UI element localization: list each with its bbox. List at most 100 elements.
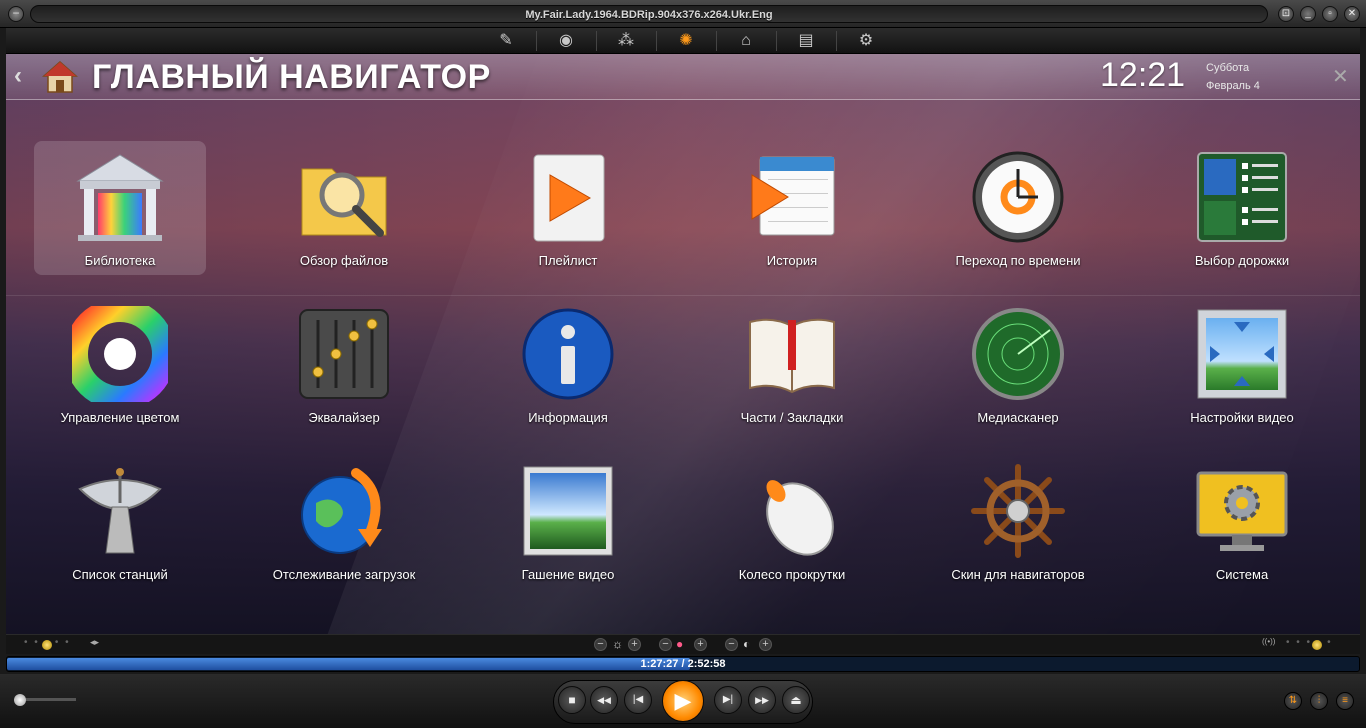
- toolbar-divider: [536, 31, 537, 51]
- minimize-button[interactable]: _: [1300, 6, 1316, 22]
- contrast-minus-button[interactable]: −: [725, 638, 738, 651]
- nav-item-track-select[interactable]: Выбор дорожки: [1156, 141, 1328, 275]
- settings-icon[interactable]: ⚙: [838, 30, 894, 52]
- nav-item-label: Настройки видео: [1190, 410, 1294, 425]
- nav-item-file-browser[interactable]: Обзор файлов: [258, 141, 430, 275]
- adjustment-strip: • • • • • ◂▸ − ☼ + − ● + − ◐ + ((•)) • •…: [6, 634, 1360, 654]
- satellite-dish-icon: [78, 468, 162, 554]
- next-button[interactable]: ▶|: [714, 686, 742, 714]
- nav-item-color-control[interactable]: Управление цветом: [34, 298, 206, 432]
- fast-forward-button[interactable]: ▶▶: [748, 686, 776, 714]
- maximize-button[interactable]: ▫: [1322, 6, 1338, 22]
- calendar-history-icon: [751, 156, 835, 236]
- strip-dots-right: • • • • •: [1286, 637, 1333, 648]
- left-gold-knob[interactable]: [42, 640, 52, 650]
- clock-icon: [972, 151, 1064, 243]
- color-wheel-icon: [72, 306, 168, 402]
- window-title: My.Fair.Lady.1964.BDRip.904x376.x264.Ukr…: [525, 9, 773, 21]
- nav-item-video-settings[interactable]: Настройки видео: [1156, 298, 1328, 432]
- volume-knob[interactable]: [14, 694, 26, 706]
- main-navigator: ‹ ГЛАВНЫЙ НАВИГАТОР 12:21 Суббота Феврал…: [6, 54, 1360, 634]
- nav-item-chapters-bookmarks[interactable]: Части / Закладки: [706, 298, 878, 432]
- title-bar: − My.Fair.Lady.1964.BDRip.904x376.x264.U…: [0, 0, 1366, 28]
- rewind-button[interactable]: ◀◀: [590, 686, 618, 714]
- close-button[interactable]: ✕: [1344, 6, 1360, 22]
- saturation-plus-button[interactable]: +: [694, 638, 707, 651]
- nav-item-label: Гашение видео: [521, 567, 615, 582]
- nav-item-time-jump[interactable]: Переход по времени: [932, 141, 1104, 275]
- nav-item-playlist[interactable]: Плейлист: [482, 141, 654, 275]
- nav-item-label: Эквалайзер: [308, 410, 380, 425]
- contrast-icon: ◐: [743, 637, 751, 651]
- nav-item-video-blanking[interactable]: Гашение видео: [482, 455, 654, 589]
- nav-item-label: Плейлист: [538, 253, 598, 268]
- brush-icon[interactable]: ✎: [478, 30, 534, 52]
- nav-item-label: Выбор дорожки: [1194, 253, 1290, 268]
- nav-item-download-tracking[interactable]: Отслеживание загрузок: [258, 455, 430, 589]
- saturation-icon: ●: [676, 637, 684, 651]
- toolbar-divider: [596, 31, 597, 51]
- nav-item-media-scanner[interactable]: Медиасканер: [932, 298, 1104, 432]
- nav-item-label: Медиасканер: [977, 410, 1059, 425]
- toolbar-divider: [716, 31, 717, 51]
- sort-toggle-icon[interactable]: ⇅: [1284, 692, 1302, 710]
- title-track[interactable]: My.Fair.Lady.1964.BDRip.904x376.x264.Ukr…: [30, 5, 1268, 23]
- nav-item-label: Части / Закладки: [740, 410, 844, 425]
- previous-button[interactable]: |◀: [624, 686, 652, 714]
- row-divider: [6, 295, 1360, 296]
- equalizer-icon: [299, 309, 389, 399]
- stop-button[interactable]: ■: [558, 686, 586, 714]
- brightness-icon: ☼: [612, 637, 623, 651]
- library-icon[interactable]: ⌂: [718, 30, 774, 52]
- video-settings-icon: [1197, 309, 1287, 399]
- bookmark-book-icon: [749, 318, 835, 394]
- nav-item-label: Обзор файлов: [299, 253, 389, 268]
- compact-mode-button[interactable]: ⊡: [1278, 6, 1294, 22]
- play-button[interactable]: ▶: [662, 680, 704, 722]
- contrast-plus-button[interactable]: +: [759, 638, 772, 651]
- track-select-icon: [1197, 152, 1287, 242]
- nav-item-label: Управление цветом: [60, 410, 180, 425]
- nav-item-label: История: [766, 253, 818, 268]
- playlist-toggle-icon[interactable]: ≡: [1336, 692, 1354, 710]
- playback-time: 1:27:27 / 2:52:58: [640, 658, 726, 670]
- equalizer-toggle-icon[interactable]: ⫶: [1310, 692, 1328, 710]
- radar-icon: [972, 308, 1064, 400]
- saturation-minus-button[interactable]: −: [659, 638, 672, 651]
- nav-item-equalizer[interactable]: Эквалайзер: [258, 298, 430, 432]
- clock-date: Февраль 4: [1206, 80, 1260, 92]
- clock-time: 12:21: [1100, 56, 1186, 94]
- navigator-icon[interactable]: ✺: [658, 30, 714, 52]
- video-blank-icon: [523, 466, 613, 556]
- seek-bar[interactable]: 1:27:27 / 2:52:58: [6, 656, 1360, 672]
- book-icon[interactable]: ▤: [778, 30, 834, 52]
- page-title: ГЛАВНЫЙ НАВИГАТОР: [92, 58, 491, 96]
- nav-item-scroll-wheel[interactable]: Колесо прокрутки: [706, 455, 878, 589]
- open-file-button[interactable]: ⏏: [782, 686, 810, 714]
- folder-search-icon: [301, 168, 387, 237]
- nav-item-label: Система: [1215, 567, 1269, 582]
- back-button[interactable]: ‹: [14, 62, 22, 90]
- dots-icon[interactable]: ⁂: [598, 30, 654, 52]
- nav-item-library[interactable]: Библиотека: [34, 141, 206, 275]
- nav-item-navigator-skin[interactable]: Скин для навигаторов: [932, 455, 1104, 589]
- close-navigator-icon[interactable]: ✕: [1332, 64, 1349, 89]
- nav-item-station-list[interactable]: Список станций: [34, 455, 206, 589]
- home-icon[interactable]: [42, 60, 78, 94]
- main-menu-button[interactable]: −: [8, 6, 24, 22]
- nav-item-label: Скин для навигаторов: [951, 567, 1085, 582]
- left-arrows-icon[interactable]: ◂▸: [90, 637, 99, 648]
- brightness-plus-button[interactable]: +: [628, 638, 641, 651]
- broadcast-icon[interactable]: ◉: [538, 30, 594, 52]
- broadcast-small-icon[interactable]: ((•)): [1262, 637, 1275, 646]
- nav-item-label: Информация: [528, 410, 608, 425]
- toolbar-divider: [776, 31, 777, 51]
- control-bar: ■ ◀◀ |◀ ▶ ▶| ▶▶ ⏏ ⇅ ⫶ ≡: [0, 674, 1366, 728]
- nav-item-system[interactable]: Система: [1156, 455, 1328, 589]
- library-icon: [76, 154, 164, 241]
- playlist-icon: [533, 154, 605, 242]
- right-gold-knob[interactable]: [1312, 640, 1322, 650]
- brightness-minus-button[interactable]: −: [594, 638, 607, 651]
- nav-item-information[interactable]: Информация: [482, 298, 654, 432]
- nav-item-history[interactable]: История: [706, 141, 878, 275]
